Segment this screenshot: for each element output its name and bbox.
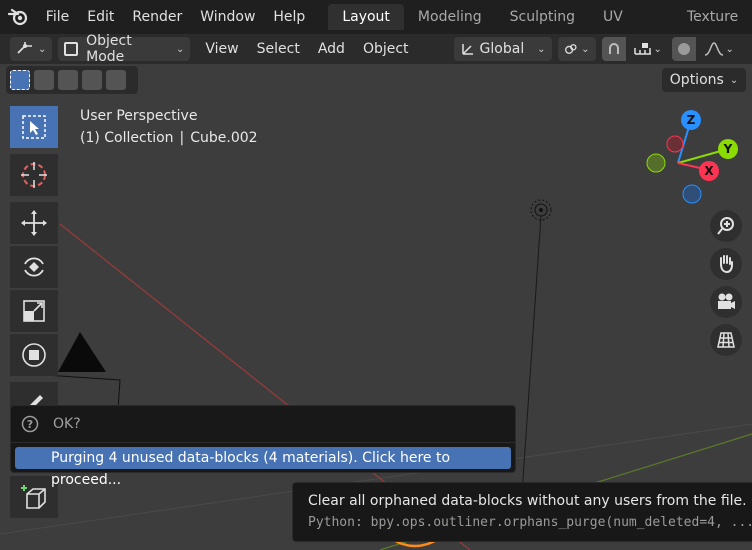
pan-button[interactable] bbox=[710, 248, 742, 280]
gizmo-z-label: Z bbox=[687, 113, 696, 127]
editor-type-button[interactable]: ⌄ bbox=[10, 37, 53, 61]
separator: | bbox=[179, 130, 185, 146]
orientation-label: Global bbox=[479, 41, 525, 57]
menu-select[interactable]: Select bbox=[248, 41, 309, 57]
gizmo-neg-x[interactable] bbox=[666, 135, 684, 153]
proportional-edit-icon bbox=[677, 43, 690, 55]
select-box-tool[interactable] bbox=[10, 106, 58, 148]
selection-mode-group bbox=[6, 66, 138, 94]
divider bbox=[11, 442, 515, 443]
proportional-edit-toggle[interactable] bbox=[671, 37, 696, 61]
options-label: Options bbox=[669, 72, 724, 88]
camera-view-button[interactable] bbox=[710, 286, 742, 318]
zoom-button[interactable] bbox=[710, 210, 742, 242]
blender-logo-icon[interactable] bbox=[0, 0, 37, 34]
gizmo-neg-z[interactable] bbox=[682, 184, 702, 204]
move-icon bbox=[21, 210, 47, 236]
chevron-down-icon: ⌄ bbox=[38, 43, 47, 55]
gizmo-x-label: X bbox=[704, 164, 714, 178]
select-subtract-button[interactable] bbox=[58, 70, 78, 90]
tab-layout[interactable]: Layout bbox=[328, 4, 404, 30]
snap-toggle[interactable] bbox=[601, 37, 626, 61]
pivot-icon bbox=[564, 44, 577, 54]
tooltip: Clear all orphaned data-blocks without a… bbox=[292, 482, 752, 542]
tab-uv-editing[interactable]: UV Editing bbox=[589, 4, 673, 51]
select-box-icon bbox=[22, 115, 46, 139]
select-difference-button[interactable] bbox=[82, 70, 102, 90]
add-cube-icon bbox=[21, 485, 46, 509]
camera-icon bbox=[718, 293, 735, 309]
snap-target-dropdown[interactable]: ⌄ bbox=[630, 42, 662, 56]
cursor-tool[interactable] bbox=[10, 154, 58, 196]
popup-header: ? OK? bbox=[21, 412, 81, 436]
camera-object bbox=[58, 332, 106, 372]
tooltip-python: Python: bpy.ops.outliner.orphans_purge(n… bbox=[308, 515, 752, 530]
magnet-icon bbox=[608, 43, 619, 54]
confirm-popup: ? OK? Purging 4 unused data-blocks (4 ma… bbox=[10, 405, 516, 488]
scale-tool[interactable] bbox=[10, 290, 58, 332]
zoom-icon bbox=[717, 217, 734, 235]
pivot-point-dropdown[interactable]: ⌄ bbox=[557, 37, 596, 61]
chevron-down-icon: ⌄ bbox=[581, 43, 590, 55]
select-intersect-button[interactable] bbox=[106, 70, 126, 90]
svg-text:?: ? bbox=[27, 418, 33, 431]
workspace-tabs: Layout Modeling Sculpting UV Editing Tex… bbox=[328, 0, 752, 51]
3d-cursor-icon bbox=[21, 162, 47, 188]
tab-sculpting[interactable]: Sculpting bbox=[496, 4, 589, 30]
options-dropdown[interactable]: Options ⌄ bbox=[662, 68, 746, 92]
rotate-tool[interactable] bbox=[10, 246, 58, 288]
collection-label: (1) Collection bbox=[80, 130, 174, 146]
gizmo-y-label: Y bbox=[723, 142, 733, 156]
falloff-dropdown[interactable]: ⌄ bbox=[700, 42, 734, 56]
select-new-button[interactable] bbox=[10, 70, 30, 90]
viewport-perspective-label: User Perspective bbox=[80, 108, 198, 124]
gizmo-neg-y[interactable] bbox=[646, 153, 666, 173]
chevron-down-icon: ⌄ bbox=[725, 43, 734, 55]
question-icon: ? bbox=[21, 415, 39, 433]
top-bar: File Edit Render Window Help Layout Mode… bbox=[0, 0, 752, 51]
menu-edit[interactable]: Edit bbox=[78, 4, 123, 30]
select-extend-button[interactable] bbox=[34, 70, 54, 90]
object-mode-dropdown[interactable]: Object Mode ⌄ bbox=[58, 33, 191, 65]
viewport-header: ⌄ Object Mode ⌄ View Select Add Object G… bbox=[0, 33, 752, 65]
light-line bbox=[521, 215, 542, 495]
orientation-dropdown[interactable]: Global ⌄ bbox=[453, 37, 552, 61]
menu-render[interactable]: Render bbox=[123, 4, 191, 30]
chevron-down-icon: ⌄ bbox=[537, 43, 546, 55]
tab-texture-paint[interactable]: Texture Pain bbox=[673, 4, 752, 51]
menu-help[interactable]: Help bbox=[264, 4, 314, 30]
tab-modeling[interactable]: Modeling bbox=[404, 4, 496, 30]
menu-window[interactable]: Window bbox=[191, 4, 264, 30]
menu-view[interactable]: View bbox=[196, 41, 247, 57]
3d-viewport-icon bbox=[17, 42, 32, 54]
popup-title: OK? bbox=[53, 416, 81, 432]
navigation-gizmo[interactable]: Z Y X bbox=[640, 110, 750, 210]
falloff-curve-icon bbox=[704, 42, 723, 56]
purge-confirm-button[interactable]: Purging 4 unused data-blocks (4 material… bbox=[15, 447, 511, 488]
perspective-toggle-button[interactable] bbox=[710, 324, 742, 356]
tooltip-description: Clear all orphaned data-blocks without a… bbox=[308, 493, 747, 509]
transform-icon bbox=[22, 343, 46, 367]
chevron-down-icon: ⌄ bbox=[176, 43, 185, 55]
move-tool[interactable] bbox=[10, 202, 58, 244]
chevron-down-icon: ⌄ bbox=[653, 43, 662, 55]
object-mode-icon bbox=[64, 42, 79, 56]
proportional-edit-group: ⌄ bbox=[671, 37, 736, 61]
grid-perspective-icon bbox=[717, 332, 735, 348]
viewport-info-line: (1) Collection | Cube.002 bbox=[80, 130, 258, 146]
active-object-label: Cube.002 bbox=[190, 130, 258, 146]
transform-tool[interactable] bbox=[10, 334, 58, 376]
scale-icon bbox=[23, 300, 45, 322]
rotate-icon bbox=[24, 257, 44, 277]
menu-add[interactable]: Add bbox=[309, 41, 354, 57]
menu-file[interactable]: File bbox=[37, 4, 78, 30]
snap-increment-icon bbox=[633, 43, 651, 55]
hand-icon bbox=[720, 255, 733, 274]
object-mode-label: Object Mode bbox=[86, 33, 132, 65]
snap-group: ⌄ bbox=[601, 37, 666, 61]
menu-object[interactable]: Object bbox=[354, 41, 418, 57]
chevron-down-icon: ⌄ bbox=[729, 74, 739, 86]
transform-orientation-icon bbox=[461, 44, 473, 55]
